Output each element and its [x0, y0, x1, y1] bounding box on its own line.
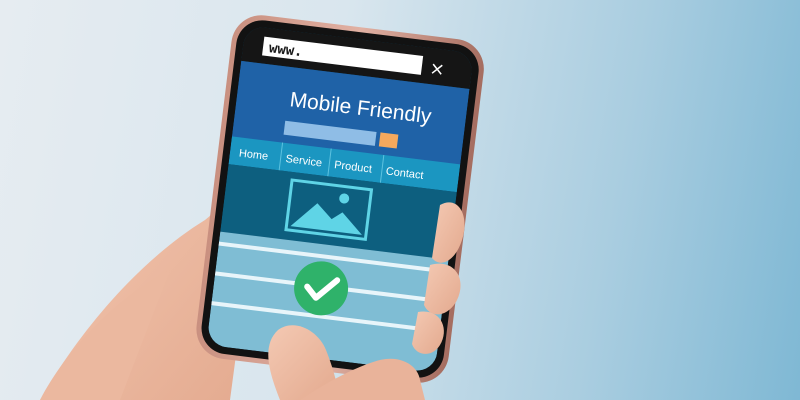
close-icon[interactable]: × [428, 58, 446, 81]
scene: www. × Mobile Friendly Home Service Prod… [0, 15, 484, 400]
image-icon [284, 178, 374, 242]
search-button[interactable] [378, 132, 399, 149]
